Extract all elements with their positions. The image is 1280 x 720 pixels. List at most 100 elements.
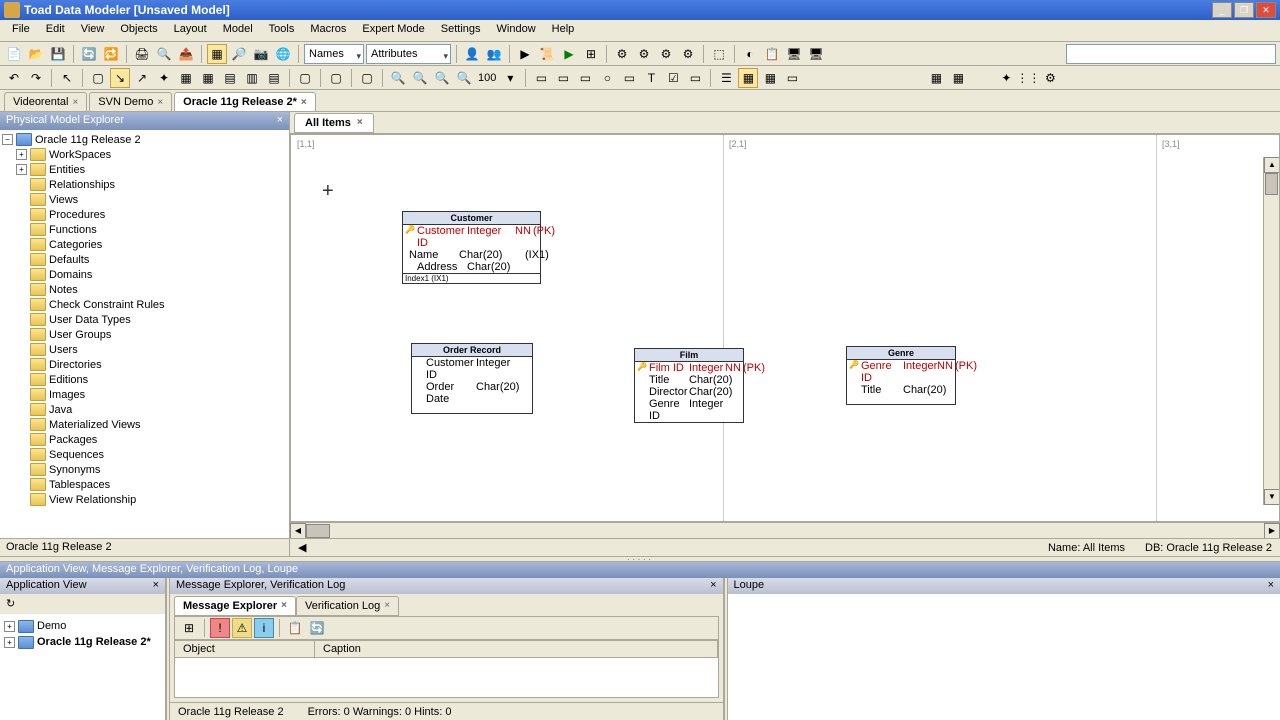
close-button[interactable]: ✕	[1256, 2, 1276, 18]
menu-objects[interactable]: Objects	[112, 20, 165, 41]
tree-toggle[interactable]: +	[16, 149, 27, 160]
camera-icon[interactable]: 📷	[251, 44, 271, 64]
layer2-icon[interactable]: ▦	[738, 68, 758, 88]
layout-icon[interactable]: ⊞	[581, 44, 601, 64]
close-icon[interactable]: ×	[72, 97, 78, 108]
panel3-icon[interactable]: ✦	[996, 68, 1016, 88]
tool4-icon[interactable]: ⚙	[678, 44, 698, 64]
tab-message-explorer[interactable]: Message Explorer×	[174, 596, 296, 616]
layer3-icon[interactable]: ▦	[760, 68, 780, 88]
maximize-button[interactable]: ❐	[1234, 2, 1254, 18]
warning-filter-icon[interactable]: ⚠	[232, 618, 252, 638]
close-icon[interactable]: ×	[157, 97, 163, 108]
play-icon[interactable]: ▶	[559, 44, 579, 64]
tool1-icon[interactable]: ⚙	[612, 44, 632, 64]
panel2-icon[interactable]: ▦	[948, 68, 968, 88]
shape2-icon[interactable]: ▢	[326, 68, 346, 88]
menu-file[interactable]: File	[4, 20, 38, 41]
relation8-icon[interactable]: ▤	[264, 68, 284, 88]
check-icon[interactable]: ☑	[663, 68, 683, 88]
panel4-icon[interactable]: ⋮⋮	[1018, 68, 1038, 88]
panel1-icon[interactable]: ▦	[926, 68, 946, 88]
script-icon[interactable]: 📜	[537, 44, 557, 64]
entity-icon[interactable]: ▢	[88, 68, 108, 88]
run-icon[interactable]: ▶	[515, 44, 535, 64]
model-tab-videorental[interactable]: Videorental×	[4, 92, 87, 111]
zoom-fit-icon[interactable]: 🔍	[432, 68, 452, 88]
entity-film[interactable]: Film 🔑Film IDIntegerNN(PK) TitleChar(20)…	[634, 348, 744, 423]
message-grid[interactable]: Object Caption	[174, 640, 719, 698]
menu-view[interactable]: View	[73, 20, 113, 41]
canvas-tab-all-items[interactable]: All Items×	[294, 113, 374, 133]
relation3-icon[interactable]: ✦	[154, 68, 174, 88]
entity-customer[interactable]: Customer 🔑Customer IDIntegerNN(PK) NameC…	[402, 211, 541, 284]
new-icon[interactable]: 📄	[4, 44, 24, 64]
text-icon[interactable]: T	[641, 68, 661, 88]
diagram-canvas[interactable]: [1,1] [2,1] [3,1] + Customer 🔑Customer I…	[290, 134, 1280, 522]
app-tree-item[interactable]: Oracle 11g Release 2*	[37, 636, 151, 648]
align2-icon[interactable]: ▭	[553, 68, 573, 88]
horizontal-scrollbar[interactable]: ◀ ▶	[290, 522, 1280, 538]
align3-icon[interactable]: ▭	[575, 68, 595, 88]
tree-item[interactable]: Images	[2, 387, 287, 402]
align4-icon[interactable]: ○	[597, 68, 617, 88]
tree-item[interactable]: Tablespaces	[2, 477, 287, 492]
tab-verification-log[interactable]: Verification Log×	[296, 596, 399, 616]
entity-genre[interactable]: Genre 🔑Genre IDIntegerNN(PK) TitleChar(2…	[846, 346, 956, 405]
menu-layout[interactable]: Layout	[166, 20, 215, 41]
model-tab-oracle[interactable]: Oracle 11g Release 2*×	[174, 92, 316, 111]
tree-item[interactable]: Check Constraint Rules	[2, 297, 287, 312]
menu-settings[interactable]: Settings	[433, 20, 489, 41]
users-icon[interactable]: 👥	[484, 44, 504, 64]
zoom-dropdown-icon[interactable]: ▾	[500, 68, 520, 88]
tree-item[interactable]: Views	[2, 192, 287, 207]
tree-item[interactable]: Synonyms	[2, 462, 287, 477]
layer4-icon[interactable]: ▭	[782, 68, 802, 88]
relation-icon[interactable]: ↘	[110, 68, 130, 88]
tree-item[interactable]: Materialized Views	[2, 417, 287, 432]
tool7-icon[interactable]: 📋	[762, 44, 782, 64]
tool9-icon[interactable]: 🖥	[806, 44, 826, 64]
col-caption[interactable]: Caption	[315, 641, 718, 657]
tool2-icon[interactable]: ⚙	[634, 44, 654, 64]
msg-tool3-icon[interactable]: 🔄	[307, 618, 327, 638]
msg-tool-icon[interactable]: ⊞	[179, 618, 199, 638]
panel-close-icon[interactable]: ×	[1268, 579, 1274, 593]
tool8-icon[interactable]: 🖥	[784, 44, 804, 64]
tree-item[interactable]: Sequences	[2, 447, 287, 462]
search-input[interactable]	[1066, 44, 1276, 64]
tree-toggle[interactable]: −	[2, 134, 13, 145]
tree-item[interactable]: Java	[2, 402, 287, 417]
tree-item[interactable]: User Groups	[2, 327, 287, 342]
panel-close-icon[interactable]: ×	[277, 114, 283, 128]
close-icon[interactable]: ×	[301, 97, 307, 108]
tree-item[interactable]: Packages	[2, 432, 287, 447]
refresh-icon[interactable]: 🔄	[79, 44, 99, 64]
align5-icon[interactable]: ▭	[619, 68, 639, 88]
tree-toggle[interactable]: +	[16, 164, 27, 175]
tree-item[interactable]: Domains	[2, 267, 287, 282]
relation2-icon[interactable]: ↗	[132, 68, 152, 88]
dropdown-icon[interactable]: ▭	[685, 68, 705, 88]
attributes-combo[interactable]: Attributes	[366, 44, 451, 64]
menu-model[interactable]: Model	[215, 20, 261, 41]
sync-icon[interactable]: 🔁	[101, 44, 121, 64]
zoom-in-icon[interactable]: 🔍	[388, 68, 408, 88]
panel-close-icon[interactable]: ×	[710, 579, 716, 593]
pointer-icon[interactable]: ↖	[57, 68, 77, 88]
tree-toggle[interactable]: +	[4, 637, 15, 648]
minimize-button[interactable]: _	[1212, 2, 1232, 18]
zoom-100-icon[interactable]: 🔍	[454, 68, 474, 88]
tree-item[interactable]: +Entities	[2, 162, 287, 177]
menu-help[interactable]: Help	[544, 20, 583, 41]
relation6-icon[interactable]: ▤	[220, 68, 240, 88]
tree-toggle[interactable]: +	[4, 621, 15, 632]
refresh-icon[interactable]: ↻	[6, 598, 15, 610]
save-icon[interactable]: 💾	[48, 44, 68, 64]
relation7-icon[interactable]: ▥	[242, 68, 262, 88]
error-filter-icon[interactable]: !	[210, 618, 230, 638]
close-icon[interactable]: ×	[357, 117, 363, 129]
layer1-icon[interactable]: ☰	[716, 68, 736, 88]
tree-item[interactable]: Notes	[2, 282, 287, 297]
tree-item[interactable]: Relationships	[2, 177, 287, 192]
